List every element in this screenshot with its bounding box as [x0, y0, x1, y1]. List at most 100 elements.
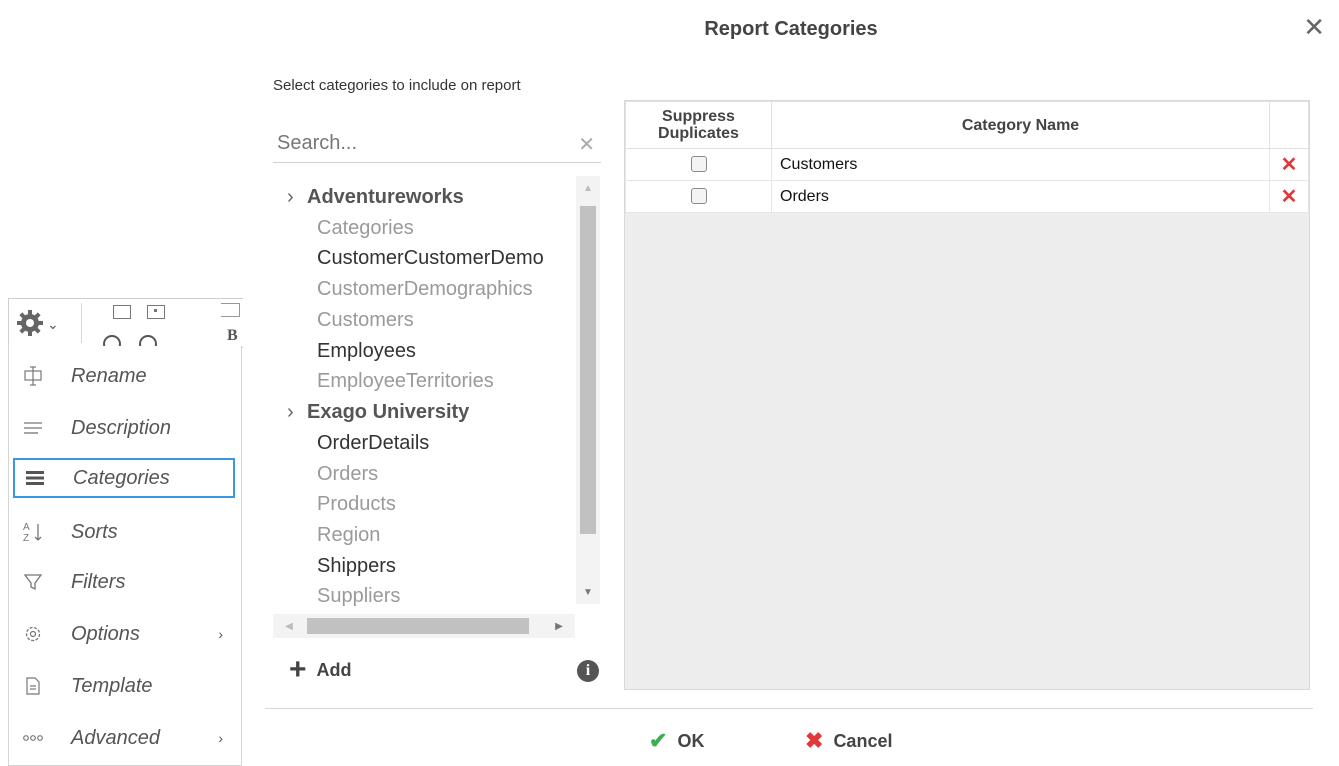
menu-item-template[interactable]: Template	[13, 666, 235, 706]
column-header-suppress-duplicates: Suppress Duplicates	[625, 101, 772, 149]
search-box: ✕	[273, 126, 601, 163]
tree-item[interactable]: OrderDetails	[317, 428, 429, 458]
category-name-cell[interactable]: Customers	[771, 148, 1270, 181]
rename-icon	[13, 356, 53, 396]
tree-item[interactable]: Shippers	[317, 551, 396, 581]
table-header-row: Suppress Duplicates Category Name	[625, 101, 1309, 149]
menu-item-advanced[interactable]: Advanced ›	[13, 718, 235, 758]
delete-icon[interactable]: ✕	[1281, 186, 1298, 208]
scroll-left-icon[interactable]: ◀	[277, 614, 301, 638]
footer-divider	[265, 708, 1313, 709]
table-row: Customers ✕	[625, 148, 1309, 181]
menu-item-filters[interactable]: Filters	[13, 562, 235, 602]
chevron-right-icon: ›	[218, 626, 223, 642]
menu-item-sorts[interactable]: AZ Sorts	[13, 512, 235, 552]
report-options-menu: Rename Description Categories AZ Sorts F…	[8, 346, 242, 766]
column-header-delete	[1269, 101, 1309, 149]
categories-table: Suppress Duplicates Category Name Custom…	[625, 101, 1309, 213]
menu-item-label: Rename	[71, 364, 147, 387]
tree-item[interactable]: Customers	[317, 305, 414, 335]
tree-item[interactable]: CustomerDemographics	[317, 274, 533, 304]
template-icon	[13, 666, 53, 706]
filter-icon	[13, 562, 53, 602]
category-tree: › Adventureworks Categories CustomerCusto…	[273, 180, 573, 608]
scrollbar-thumb[interactable]	[307, 618, 529, 634]
menu-item-label: Description	[71, 416, 172, 439]
instructions-text: Select categories to include on report	[273, 77, 521, 94]
cancel-button-label: Cancel	[833, 730, 893, 751]
delete-icon[interactable]: ✕	[1281, 154, 1298, 176]
image-icon[interactable]	[221, 303, 240, 317]
menu-item-options[interactable]: Options ›	[13, 614, 235, 654]
suppress-cell	[625, 180, 772, 213]
tree-vertical-scrollbar[interactable]: ▲ ▼	[576, 176, 600, 604]
scroll-down-icon[interactable]: ▼	[576, 580, 600, 604]
options-gear-icon	[13, 614, 53, 654]
menu-item-label: Sorts	[71, 520, 118, 543]
tree-item[interactable]: Region	[317, 520, 380, 550]
scrollbar-thumb[interactable]	[580, 206, 596, 534]
bold-icon[interactable]: B	[227, 327, 238, 345]
cancel-x-icon: ✖	[805, 728, 824, 753]
clear-search-icon[interactable]: ✕	[578, 132, 595, 157]
scroll-right-icon[interactable]: ▶	[547, 614, 571, 638]
gear-icon	[15, 308, 45, 338]
menu-item-label: Categories	[73, 466, 170, 489]
cancel-button[interactable]: ✖ Cancel	[805, 728, 892, 754]
tree-group-adventureworks[interactable]: › Adventureworks	[273, 182, 464, 212]
tree-item[interactable]: EmployeeTerritories	[317, 366, 494, 396]
chevron-right-icon: ›	[218, 730, 223, 746]
delete-cell: ✕	[1269, 180, 1309, 213]
svg-text:A: A	[23, 522, 30, 533]
suppress-duplicates-checkbox[interactable]	[690, 156, 707, 173]
sort-az-icon: AZ	[13, 512, 53, 552]
report-toolbar: ⌄ B	[8, 298, 260, 348]
selected-categories-grid: Suppress Duplicates Category Name Custom…	[624, 100, 1310, 690]
tree-item[interactable]: Categories	[317, 213, 414, 243]
menu-item-categories[interactable]: Categories	[13, 458, 235, 498]
categories-icon	[15, 458, 55, 498]
tree-item[interactable]: Suppliers	[317, 581, 400, 608]
close-icon[interactable]: ✕	[1303, 14, 1325, 40]
chevron-right-icon[interactable]: ›	[287, 182, 307, 212]
tree-item[interactable]: Products	[317, 489, 396, 519]
menu-item-label: Advanced	[71, 726, 160, 749]
table-row: Orders ✕	[625, 180, 1309, 213]
tree-group-label: Exago University	[307, 401, 470, 423]
tree-group-label: Adventureworks	[307, 186, 464, 208]
tree-item[interactable]: CustomerCustomerDemo	[317, 243, 544, 273]
menu-item-label: Options	[71, 622, 140, 645]
ok-button[interactable]: ✔ OK	[649, 728, 704, 754]
tree-horizontal-scrollbar[interactable]: ◀ ▶	[273, 614, 575, 638]
tree-item[interactable]: Orders	[317, 459, 378, 489]
chevron-right-icon[interactable]: ›	[287, 397, 307, 427]
ok-button-label: OK	[677, 730, 705, 751]
menu-item-label: Filters	[71, 570, 126, 593]
suppress-cell	[625, 148, 772, 181]
chevron-down-icon: ⌄	[47, 315, 59, 332]
suppress-duplicates-checkbox[interactable]	[690, 188, 707, 205]
menu-item-rename[interactable]: Rename	[13, 356, 235, 396]
insert-row-icon[interactable]	[113, 305, 131, 319]
delete-cell: ✕	[1269, 148, 1309, 181]
tree-item[interactable]: Employees	[317, 336, 416, 366]
settings-dropdown-button[interactable]: ⌄	[11, 303, 82, 343]
menu-item-label: Template	[71, 674, 153, 697]
tree-group-exago-university[interactable]: › Exago University	[273, 397, 469, 427]
insert-cell-icon[interactable]	[147, 305, 165, 319]
info-icon[interactable]: i	[577, 660, 599, 682]
dialog-title: Report Categories	[704, 18, 878, 40]
advanced-dots-icon	[13, 718, 53, 758]
column-header-category-name: Category Name	[771, 101, 1270, 149]
menu-item-description[interactable]: Description	[13, 408, 235, 448]
description-icon	[13, 408, 53, 448]
search-input[interactable]	[277, 128, 567, 158]
report-categories-dialog: Report Categories ✕ Select categories to…	[243, 0, 1339, 765]
plus-icon: +	[289, 653, 307, 686]
scroll-up-icon[interactable]: ▲	[576, 176, 600, 200]
add-button[interactable]: + Add	[289, 653, 352, 686]
add-button-label: Add	[316, 659, 352, 680]
category-name-cell[interactable]: Orders	[771, 180, 1270, 213]
checkmark-icon: ✔	[649, 728, 668, 753]
svg-text:Z: Z	[23, 533, 29, 543]
